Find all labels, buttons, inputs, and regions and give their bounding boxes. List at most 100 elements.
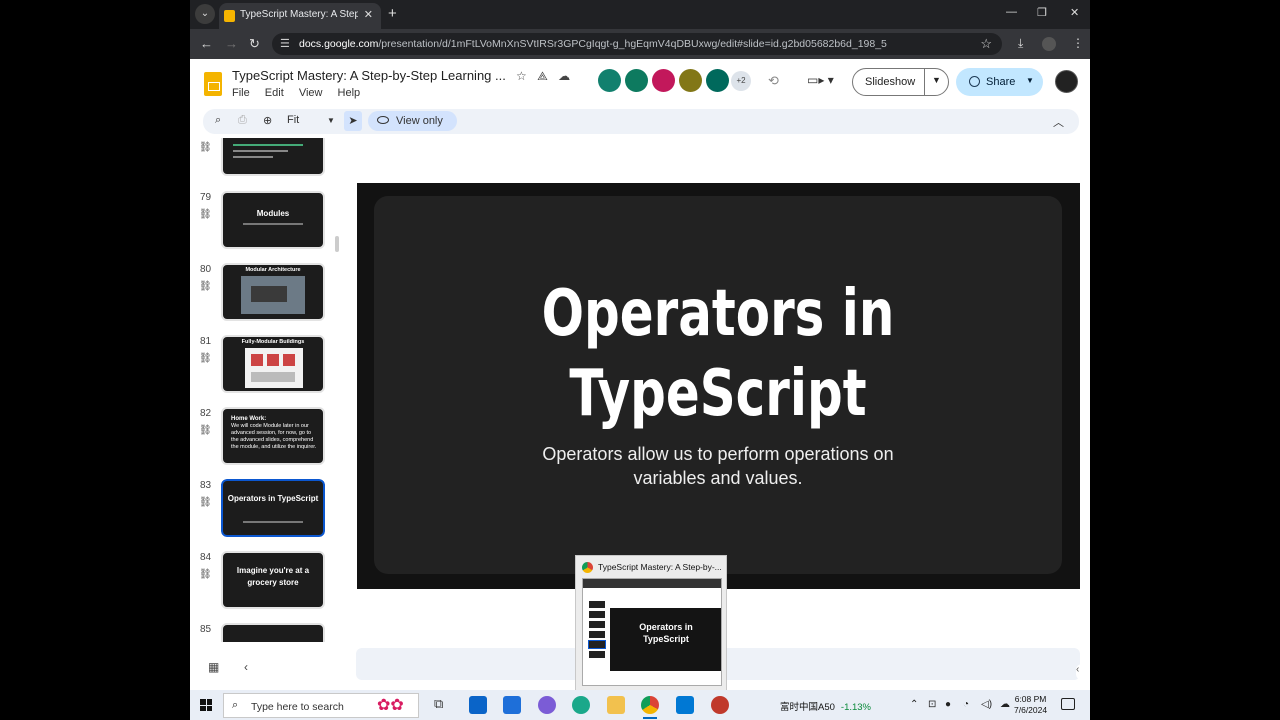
back-arrow-icon[interactable]: ←	[200, 36, 213, 51]
slide-number: 84	[200, 552, 212, 563]
app-icon[interactable]	[711, 696, 729, 714]
stock-ticker[interactable]: 富时中国A50 -1.13%	[780, 699, 871, 713]
meet-video-icon[interactable]: ▭▸ ▾	[807, 73, 834, 87]
notification-icon[interactable]	[1061, 698, 1075, 710]
menu-view[interactable]: View	[299, 87, 323, 99]
slide-thumbnail[interactable]: Fully-Modular Buildings	[221, 335, 325, 393]
collapse-filmstrip-icon[interactable]: ‹	[244, 660, 248, 674]
minimize-icon[interactable]: —	[1006, 6, 1017, 18]
tray-icon[interactable]: ⊡	[928, 699, 936, 710]
close-icon[interactable]: ✕	[364, 8, 373, 21]
chrome-taskbar-icon[interactable]	[641, 696, 659, 719]
slide-filmstrip[interactable]: ⛓ 79 ⛓ Modules 80 ⛓ Modular Architecture…	[190, 138, 340, 642]
file-explorer-icon[interactable]	[607, 696, 625, 714]
star-icon[interactable]: ☆	[516, 69, 527, 83]
collaborator-avatar[interactable]	[652, 69, 675, 92]
menu-file[interactable]: File	[232, 87, 250, 99]
slide-thumbnail[interactable]: Modular Architecture	[221, 263, 325, 321]
version-history-icon[interactable]: ⟲	[768, 73, 779, 89]
chevron-left-icon[interactable]: ‹	[1076, 664, 1090, 680]
search-icon[interactable]: ⌕	[215, 114, 221, 127]
chevron-down-icon[interactable]: ▼	[932, 75, 941, 85]
chevron-up-icon[interactable]: ︿	[1053, 114, 1064, 130]
microphone-icon[interactable]: ●	[945, 699, 951, 710]
thumbnail-title: Modular Architecture	[245, 267, 301, 273]
collaborator-avatar[interactable]	[706, 69, 729, 92]
slide-thumbnail[interactable]	[221, 623, 325, 642]
grid-view-icon[interactable]: ▦	[208, 660, 219, 674]
zoom-select[interactable]: Fit	[287, 114, 299, 126]
stock-change: -1.13%	[840, 702, 872, 713]
volume-icon[interactable]: ◁)	[981, 699, 992, 710]
view-only-chip[interactable]: View only	[368, 111, 457, 131]
network-icon[interactable]: ◔	[963, 699, 969, 710]
link-icon: ⛓	[199, 209, 212, 220]
taskbar-window-preview[interactable]: TypeScript Mastery: A Step-by-... Operat…	[575, 555, 727, 691]
window-close-icon[interactable]: ✕	[1070, 6, 1079, 19]
slide-thumbnail[interactable]: Modules	[221, 191, 325, 249]
menu-edit[interactable]: Edit	[265, 87, 284, 99]
preview-title: TypeScript Mastery: A Step-by-...	[598, 562, 722, 572]
windows-start-icon[interactable]	[200, 699, 212, 711]
slide-thumbnail-selected[interactable]: Operators in TypeScript	[220, 478, 326, 538]
menu-help[interactable]: Help	[338, 87, 361, 99]
thumbnail-title: Home Work:	[231, 416, 267, 422]
link-icon: ⛓	[199, 569, 212, 580]
zoom-icon[interactable]: ⊕	[263, 114, 272, 127]
cloud-sync-icon[interactable]: ☁	[1000, 699, 1010, 710]
url-path: /presentation/d/1mFtLVoMnXnSVtIRSr3GPCgI…	[378, 38, 887, 50]
browser-tab[interactable]: TypeScript Mastery: A Step-by- ✕	[219, 3, 381, 29]
download-icon[interactable]: ⤓	[1018, 36, 1023, 51]
chrome-icon	[582, 562, 593, 573]
mail-icon[interactable]	[469, 696, 487, 714]
chevron-up-icon[interactable]: ⌃	[910, 699, 918, 710]
more-menu-icon[interactable]: ⋮	[1072, 36, 1084, 50]
collaborator-avatar[interactable]	[625, 69, 648, 92]
cloud-status-icon[interactable]: ☁	[558, 69, 570, 83]
slides-logo-icon[interactable]	[204, 72, 222, 96]
account-avatar[interactable]	[1055, 70, 1078, 93]
chevron-down-icon[interactable]: ▼	[327, 116, 335, 125]
collaborator-avatar[interactable]	[679, 69, 702, 92]
site-info-icon[interactable]: ☰	[280, 37, 290, 50]
task-view-icon[interactable]: ⧉	[434, 696, 452, 714]
vscode-icon[interactable]	[676, 696, 694, 714]
eye-icon	[377, 116, 389, 124]
store-icon[interactable]	[503, 696, 521, 714]
new-tab-button[interactable]: +	[388, 5, 397, 22]
slide-thumbnail[interactable]	[221, 138, 325, 176]
select-cursor-icon[interactable]: ➤	[344, 111, 362, 131]
print-icon[interactable]: ⎙	[238, 114, 247, 127]
bookmark-star-icon[interactable]: ☆	[980, 36, 992, 52]
link-icon: ⛓	[199, 497, 212, 508]
move-icon[interactable]: ⟁	[537, 69, 548, 83]
profile-avatar-icon[interactable]	[1042, 37, 1056, 51]
share-button[interactable]: Share ▼	[956, 68, 1043, 96]
slides-header: TypeScript Mastery: A Step-by-Step Learn…	[190, 60, 1090, 106]
collaborator-avatar[interactable]	[598, 69, 621, 92]
slide-thumbnail[interactable]: Home Work: We will code Module later in …	[221, 407, 325, 465]
roses-icon: ✿✿	[377, 697, 404, 714]
url-field[interactable]: ☰ docs.google.com/presentation/d/1mFtLVo…	[272, 33, 1002, 55]
slideshow-button[interactable]: Slideshow ▼	[852, 68, 949, 96]
browser-tab-bar: ⌄ TypeScript Mastery: A Step-by- ✕ + — ❐…	[190, 0, 1090, 29]
system-clock[interactable]: 6:08 PM 7/6/2024	[1014, 694, 1047, 716]
more-collaborators-badge[interactable]: +2	[731, 71, 751, 91]
edge-icon[interactable]	[572, 696, 590, 714]
slide-thumbnail[interactable]: Imagine you're at a grocery store	[221, 551, 325, 609]
document-title[interactable]: TypeScript Mastery: A Step-by-Step Learn…	[232, 68, 506, 83]
taskbar-search-input[interactable]: ⌕ Type here to search ✿✿	[223, 693, 419, 718]
clock-time: 6:08 PM	[1014, 694, 1047, 704]
slide-number: 85	[200, 624, 212, 635]
chevron-down-icon[interactable]: ▼	[1026, 76, 1034, 85]
copilot-icon[interactable]	[538, 696, 556, 714]
link-icon: ⛓	[199, 142, 212, 153]
slide-canvas[interactable]: Operators in TypeScript Operators allow …	[357, 183, 1080, 589]
filmstrip-scrollbar[interactable]	[335, 236, 339, 252]
reload-icon[interactable]: ↻	[249, 36, 260, 52]
tab-search-button[interactable]: ⌄	[195, 4, 215, 24]
forward-arrow-icon[interactable]: →	[225, 36, 238, 51]
slide-number: 83	[200, 480, 212, 491]
maximize-icon[interactable]: ❐	[1037, 6, 1047, 19]
slide-number: 80	[200, 264, 212, 275]
